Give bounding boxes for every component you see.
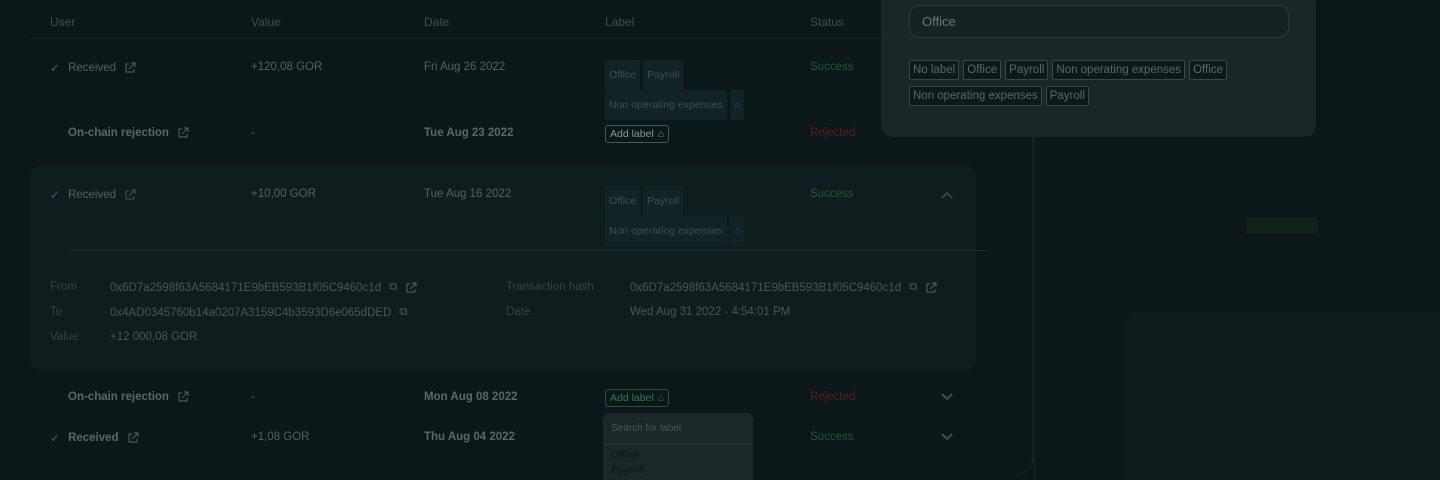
label-chip[interactable]: Office <box>963 60 1002 80</box>
row-date: Tue Aug 23 2022 <box>424 127 514 139</box>
date-label: Date <box>506 306 531 318</box>
header-label: Label <box>605 15 635 29</box>
header-user: User <box>50 15 76 29</box>
label-popover[interactable]: Office No label Office Payroll Non opera… <box>881 0 1316 137</box>
dropdown-option[interactable]: Office <box>603 448 753 463</box>
dropdown-option[interactable]: Payroll <box>603 463 753 478</box>
label-chip[interactable]: Payroll <box>1045 86 1089 106</box>
check-icon: ✓ <box>50 61 61 75</box>
info-card <box>1124 312 1440 480</box>
add-label-button[interactable]: Add label ⌂ <box>605 389 670 407</box>
external-link-icon[interactable] <box>177 127 189 139</box>
tag-icon: ⌂ <box>657 392 665 404</box>
check-icon: ✓ <box>50 431 61 445</box>
label-input[interactable]: Office <box>909 5 1289 38</box>
label-chip[interactable]: Non operating expenses <box>1052 60 1186 80</box>
tag-icon[interactable]: ⌂ <box>729 90 745 120</box>
chevron-down-icon[interactable] <box>940 391 954 401</box>
row-value: +1,08 GOR <box>251 431 310 443</box>
chevron-up-icon[interactable] <box>940 190 954 200</box>
copy-icon[interactable]: ⧉ <box>389 281 397 294</box>
value-amount: +12 000,08 GOR <box>110 331 198 343</box>
from-label: From <box>50 281 77 293</box>
transaction-hash: 0x6D7a2598f63A5684171E9bEB593B1f05C9460c… <box>630 281 902 294</box>
status-badge: Rejected <box>810 391 856 403</box>
user-name: On-chain rejection <box>68 391 169 403</box>
label-chip[interactable]: Non operating expenses <box>909 86 1042 106</box>
value-label: Value <box>50 331 79 343</box>
label-chip-list: No label Office Payroll Non operating ex… <box>909 60 1299 112</box>
row-value: +10,00 GOR <box>251 188 316 200</box>
label-tag[interactable]: Office <box>605 60 641 90</box>
user-name: Received <box>68 432 119 444</box>
status-badge: Rejected <box>810 127 856 139</box>
header-value: Value <box>251 15 281 29</box>
row-date: Fri Aug 26 2022 <box>424 61 506 73</box>
external-link-icon[interactable] <box>124 62 136 74</box>
external-link-icon[interactable] <box>127 432 139 444</box>
label-tag[interactable]: Non operating expenses <box>605 216 727 246</box>
label-chip[interactable]: No label <box>909 60 960 80</box>
table-row[interactable]: On-chain rejection - Tue Aug 23 2022 Add… <box>30 117 970 153</box>
user-name: Received <box>68 189 117 201</box>
to-address: 0x4AD0345760b14a0207A3159C4b3593D6e065dD… <box>110 306 392 319</box>
label-tag[interactable]: Payroll <box>643 60 684 90</box>
label-tag[interactable]: Payroll <box>643 186 684 216</box>
row-date: Tue Aug 16 2022 <box>424 188 512 200</box>
transaction-date: Wed Aug 31 2022 - 4:54:01 PM <box>630 306 791 318</box>
table-header: User Value Date Label Status <box>30 0 970 39</box>
user-name: Received <box>68 62 117 74</box>
row-value: +120,08 GOR <box>251 61 323 73</box>
external-link-icon[interactable] <box>925 281 937 294</box>
header-date: Date <box>424 15 450 29</box>
table-row[interactable]: ✓ Received +1,08 GOR Thu Aug 04 2022 Suc… <box>30 421 970 457</box>
tag-icon: ⌂ <box>657 128 665 140</box>
to-label: To <box>50 306 63 318</box>
tag-icon[interactable]: ⌂ <box>729 216 745 246</box>
row-date: Thu Aug 04 2022 <box>424 431 515 443</box>
check-icon: ✓ <box>50 188 61 202</box>
from-address: 0x6D7a2598f63A5684171E9bEB593B1f05C9460c… <box>110 281 382 294</box>
status-badge: Success <box>810 431 854 443</box>
copy-icon[interactable]: ⧉ <box>909 281 917 294</box>
table-row[interactable]: On-chain rejection - Mon Aug 08 2022 Add… <box>30 381 970 417</box>
label-tag[interactable]: Non operating expenses <box>605 90 727 120</box>
status-badge: Success <box>810 61 854 73</box>
header-status: Status <box>810 15 845 29</box>
label-chip[interactable]: Office <box>1189 60 1227 80</box>
external-link-icon[interactable] <box>124 189 136 201</box>
row-value: - <box>251 127 255 139</box>
user-name: On-chain rejection <box>68 127 169 139</box>
add-label-button[interactable]: Add label ⌂ <box>605 125 670 143</box>
status-pill <box>1246 218 1318 234</box>
external-link-icon[interactable] <box>177 391 189 403</box>
hash-label: Transaction hash <box>506 281 594 293</box>
external-link-icon[interactable] <box>405 281 417 294</box>
divider <box>68 250 986 251</box>
label-dropdown[interactable]: Search for label Office Payroll <box>603 413 753 480</box>
label-tag[interactable]: Office <box>605 186 641 216</box>
row-value: - <box>251 391 255 403</box>
table-row[interactable]: ✓ Received +120,08 GOR Fri Aug 26 2022 O… <box>30 52 970 120</box>
status-badge: Success <box>810 188 854 200</box>
copy-icon[interactable]: ⧉ <box>399 306 407 319</box>
row-date: Mon Aug 08 2022 <box>424 391 518 403</box>
chevron-down-icon[interactable] <box>940 431 954 441</box>
label-chip[interactable]: Payroll <box>1005 60 1049 80</box>
expanded-row[interactable]: ✓ Received +10,00 GOR Tue Aug 16 2022 Of… <box>30 166 986 370</box>
label-search-input[interactable]: Search for label <box>603 413 753 445</box>
